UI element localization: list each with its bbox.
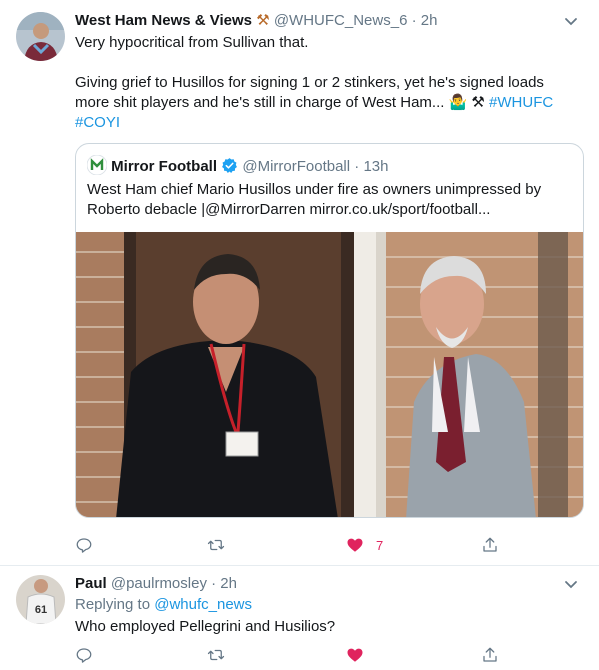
like-count: 7 <box>376 537 384 553</box>
like-button[interactable] <box>346 644 364 666</box>
replying-to-handle[interactable]: @whufc_news <box>154 596 252 613</box>
tweet-text: Who employed Pellegrini and Husilios? <box>75 618 336 635</box>
quoted-tweet-header: Mirror Football @MirrorFootball · 13h <box>86 154 388 177</box>
replying-to: Replying to @whufc_news <box>75 595 575 615</box>
heart-filled-icon <box>347 648 363 662</box>
author-name[interactable]: West Ham News & Views <box>75 12 252 29</box>
share-button[interactable] <box>481 534 499 556</box>
tweet-timestamp[interactable]: 2h <box>421 12 438 29</box>
tweet-header: Paul @paulrmosley · 2h <box>75 574 237 594</box>
tweet-header: West Ham News & Views ⚒ @WHUFC_News_6 · … <box>75 11 437 31</box>
avatar-shirt-number: 61 <box>35 604 47 616</box>
heart-filled-icon <box>347 538 363 552</box>
chevron-down-icon[interactable] <box>563 576 579 592</box>
verified-badge-icon <box>222 158 238 173</box>
tweet-actions: 7 <box>75 534 505 556</box>
retweet-icon <box>207 539 225 551</box>
separator-dot: · <box>211 575 217 592</box>
reply-button[interactable] <box>75 534 93 556</box>
tweet-text-line1: Very hypocritical from Sullivan that. <box>75 34 309 51</box>
share-icon <box>483 647 497 662</box>
like-button[interactable]: 7 <box>346 534 383 556</box>
chevron-down-icon[interactable] <box>563 13 579 29</box>
retweet-button[interactable] <box>207 644 225 666</box>
quoted-tweet-timestamp[interactable]: 13h <box>363 158 388 175</box>
tweet-main[interactable]: West Ham News & Views ⚒ @WHUFC_News_6 · … <box>0 0 599 566</box>
avatar-image: 61 <box>16 575 65 624</box>
author-handle[interactable]: @paulrmosley <box>111 575 207 592</box>
reply-icon <box>76 648 92 663</box>
separator-dot: · <box>411 12 417 29</box>
quoted-tweet-text: West Ham chief Mario Husillos under fire… <box>87 181 542 218</box>
share-button[interactable] <box>481 644 499 666</box>
retweet-button[interactable] <box>207 534 225 556</box>
avatar[interactable]: 61 <box>16 575 65 624</box>
separator-dot: · <box>354 158 360 175</box>
avatar-image <box>16 12 65 61</box>
tweet-timestamp[interactable]: 2h <box>220 575 237 592</box>
mirror-football-avatar <box>86 154 108 176</box>
quoted-author-handle[interactable]: @MirrorFootball <box>242 158 350 175</box>
tweet-actions <box>75 644 505 666</box>
tweet-text: Very hypocritical from Sullivan that. Gi… <box>75 33 575 133</box>
hashtag-coyi[interactable]: #COYI <box>75 114 120 131</box>
tweet-reply[interactable]: 61 Paul @paulrmosley · 2h Replying to @w… <box>0 566 599 670</box>
replying-to-label: Replying to <box>75 596 151 613</box>
quoted-tweet-photo[interactable] <box>76 232 584 518</box>
reply-button[interactable] <box>75 644 93 666</box>
hammers-emoji: ⚒ <box>256 12 270 29</box>
author-name[interactable]: Paul <box>75 575 107 592</box>
avatar[interactable] <box>16 12 65 61</box>
tweet-text-paragraph: Giving grief to Husillos for signing 1 o… <box>75 73 575 133</box>
retweet-icon <box>207 649 225 661</box>
author-handle[interactable]: @WHUFC_News_6 <box>274 12 408 29</box>
reply-icon <box>76 538 92 553</box>
hashtag-whufc[interactable]: #WHUFC <box>489 94 553 111</box>
inline-emoji: 🤷‍♂️ ⚒ <box>448 94 485 111</box>
share-icon <box>483 537 497 552</box>
quoted-author-name[interactable]: Mirror Football <box>111 158 217 175</box>
quoted-tweet-card[interactable]: Mirror Football @MirrorFootball · 13h We… <box>75 143 584 518</box>
